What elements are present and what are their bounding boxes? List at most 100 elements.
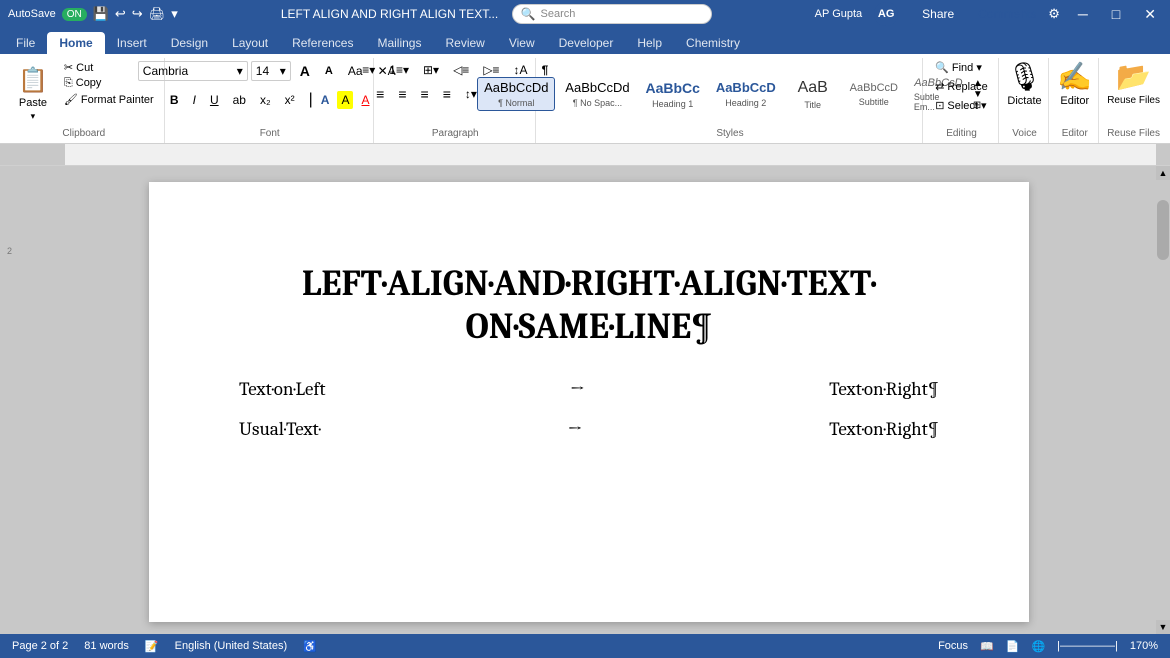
bold-button[interactable]: B <box>164 90 185 110</box>
replace-button[interactable]: ⇄ Replace <box>931 79 992 94</box>
tab-design[interactable]: Design <box>159 32 220 54</box>
print-icon[interactable]: 🖨 <box>149 6 166 22</box>
voice-label: Voice <box>1012 128 1036 141</box>
tab-review[interactable]: Review <box>433 32 496 54</box>
style-normal[interactable]: AaBbCcDd ¶ Normal <box>477 77 555 111</box>
select-button[interactable]: ⊡ Select ▾ <box>931 98 990 113</box>
tab-help[interactable]: Help <box>625 32 674 54</box>
user-avatar: AG <box>874 2 898 26</box>
ruler-gray-left <box>0 144 65 165</box>
underline-button[interactable]: U <box>204 90 225 110</box>
scroll-down-button[interactable]: ▼ <box>1156 620 1170 634</box>
subscript-button[interactable]: x₂ <box>254 90 277 110</box>
decrease-indent-button[interactable]: ◁≡ <box>447 60 475 80</box>
autosave-label: AutoSave <box>8 8 56 20</box>
voice-content: 🎙 Dictate <box>1007 60 1043 128</box>
zoom-slider[interactable]: |—————| <box>1057 640 1118 652</box>
tab-view[interactable]: View <box>497 32 547 54</box>
tab-insert[interactable]: Insert <box>105 32 159 54</box>
align-center-button[interactable]: ≡ <box>392 83 412 105</box>
undo-icon[interactable]: ↩ <box>115 6 126 22</box>
comments-button[interactable]: Comments <box>978 7 1036 21</box>
ruler-white <box>65 144 1156 165</box>
find-button[interactable]: 🔍 Find ▾ <box>931 60 986 75</box>
tab-layout[interactable]: Layout <box>220 32 280 54</box>
doc-scroll-area[interactable]: LEFT·ALIGN·AND·RIGHT·ALIGN·TEXT· ON·SAME… <box>22 166 1156 634</box>
status-left: Page 2 of 2 81 words 📝 English (United S… <box>12 640 317 653</box>
font-name-dropdown[interactable]: ▾ <box>237 64 243 78</box>
numbering-button[interactable]: 1≡▾ <box>383 60 415 80</box>
superscript-button[interactable]: x² <box>279 90 301 110</box>
window-title: LEFT ALIGN AND RIGHT ALIGN TEXT... 🔍 Sea… <box>178 4 815 24</box>
bullets-button[interactable]: ≡▾ <box>356 60 381 80</box>
language[interactable]: English (United States) <box>175 640 288 652</box>
autosave-toggle[interactable]: ON <box>62 8 87 21</box>
page-count: Page 2 of 2 <box>12 640 68 652</box>
style-title[interactable]: AaB Title <box>786 76 840 112</box>
editor-label[interactable]: Editor <box>1060 95 1089 107</box>
text-effects-button[interactable]: A <box>315 90 336 110</box>
share-button[interactable]: Share <box>910 3 966 25</box>
voice-group: 🎙 Dictate Voice <box>1001 58 1050 143</box>
doc-line-1-arrow: → <box>326 378 830 400</box>
web-layout-icon[interactable]: 🌐 <box>1031 640 1045 653</box>
style-no-spacing[interactable]: AaBbCcDd ¶ No Spac... <box>559 78 635 110</box>
font-size-selector[interactable]: 14 ▾ <box>251 61 291 81</box>
strikethrough-button[interactable]: ab <box>227 90 252 110</box>
multilevel-button[interactable]: ⊞▾ <box>417 60 445 80</box>
style-heading1[interactable]: AaBbCc Heading 1 <box>640 77 706 110</box>
dictate-label[interactable]: Dictate <box>1007 95 1041 107</box>
reuse-label[interactable]: Reuse Files <box>1107 95 1160 106</box>
scroll-up-button[interactable]: ▲ <box>1156 166 1170 180</box>
editor-content: ✍ Editor <box>1057 60 1092 128</box>
doc-line-2-right: Text·on·Right¶ <box>829 418 939 440</box>
close-button[interactable]: ✕ <box>1138 4 1162 25</box>
grow-font-button[interactable]: A <box>294 60 316 82</box>
zoom-level[interactable]: 170% <box>1130 640 1158 652</box>
settings-icon[interactable]: ⚙ <box>1048 6 1060 22</box>
style-heading2[interactable]: AaBbCcD Heading 2 <box>710 78 782 110</box>
reuse-group-label: Reuse Files <box>1107 128 1160 141</box>
read-mode-icon[interactable]: 📖 <box>980 640 994 653</box>
editor-icon: ✍ <box>1057 60 1092 93</box>
align-right-button[interactable]: ≡ <box>415 83 435 105</box>
tab-home[interactable]: Home <box>47 32 104 54</box>
print-layout-icon[interactable]: 📄 <box>1006 640 1020 653</box>
tab-chemistry[interactable]: Chemistry <box>674 32 752 54</box>
search-placeholder[interactable]: Search <box>541 8 576 20</box>
justify-button[interactable]: ≡ <box>437 83 457 105</box>
accessibility-icon[interactable]: ♿ <box>303 640 317 653</box>
align-left-button[interactable]: ≡ <box>370 83 390 105</box>
doc-line-1: Text·on·Left → Text·on·Right¶ <box>239 378 939 400</box>
right-scrollbar[interactable]: ▲ ▼ <box>1156 166 1170 634</box>
style-subtitle[interactable]: AaBbCcD Subtitle <box>844 79 904 108</box>
font-name-selector[interactable]: Cambria ▾ <box>138 61 248 81</box>
redo-icon[interactable]: ↪ <box>132 6 143 22</box>
tab-developer[interactable]: Developer <box>547 32 626 54</box>
paste-button[interactable]: 📋 Paste ▾ <box>10 60 56 128</box>
highlight-button[interactable]: A <box>337 91 353 109</box>
shrink-font-button[interactable]: A <box>319 62 339 80</box>
italic-button[interactable]: I <box>187 90 202 110</box>
editor-group-label: Editor <box>1062 128 1088 141</box>
title-bar-right: AP Gupta AG Share Comments ⚙ ─ □ ✕ <box>815 2 1162 26</box>
minimize-button[interactable]: ─ <box>1072 4 1094 24</box>
tab-references[interactable]: References <box>280 32 365 54</box>
focus-button[interactable]: Focus <box>938 640 968 652</box>
paste-dropdown[interactable]: ▾ <box>31 111 36 122</box>
scroll-thumb[interactable] <box>1157 200 1169 260</box>
save-icon[interactable]: 💾 <box>93 6 109 22</box>
font-label: Font <box>260 128 280 141</box>
maximize-button[interactable]: □ <box>1106 4 1126 24</box>
styles-gallery: AaBbCcDd ¶ Normal AaBbCcDd ¶ No Spac... … <box>477 60 983 128</box>
reuse-content: 📂 Reuse Files <box>1107 60 1160 128</box>
tab-mailings[interactable]: Mailings <box>365 32 433 54</box>
font-format-row: B I U ab x₂ x² | A A A <box>164 90 376 110</box>
paste-icon: 📋 <box>18 66 48 95</box>
editing-group: 🔍 Find ▾ ⇄ Replace ⊡ Select ▾ Editing <box>925 58 999 143</box>
editor-group: ✍ Editor Editor <box>1051 58 1099 143</box>
font-size-dropdown[interactable]: ▾ <box>280 64 286 78</box>
user-name: AP Gupta <box>815 8 863 20</box>
tab-file[interactable]: File <box>4 32 47 54</box>
page-indicator-2: 2 <box>7 246 12 256</box>
